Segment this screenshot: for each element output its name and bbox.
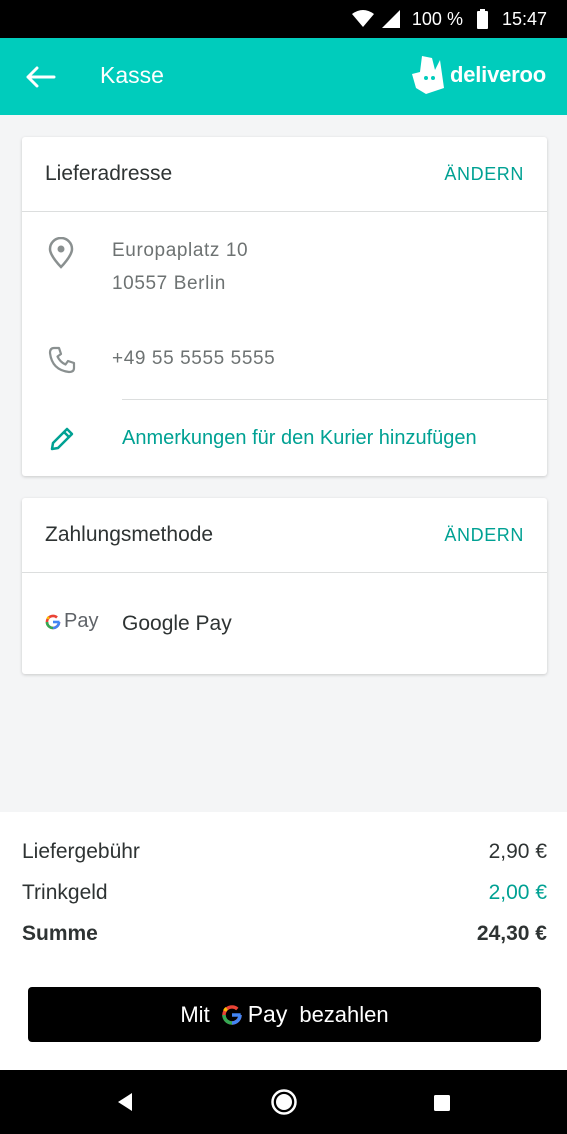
clock: 15:47 [501, 8, 547, 29]
google-g-icon [220, 1003, 244, 1027]
location-pin-icon [48, 236, 74, 274]
total-value: 24,30 € [476, 922, 547, 945]
system-nav-bar [0, 1070, 567, 1134]
battery-percent: 100 % [411, 8, 463, 29]
delivery-address-card: Lieferadresse ÄNDERN Europaplatz 10 1055… [22, 137, 547, 476]
address-card-header: Lieferadresse ÄNDERN [22, 137, 547, 212]
deliveroo-kangaroo-icon [411, 56, 444, 94]
pencil-icon [48, 425, 76, 458]
total-row: Summe 24,30 € [22, 922, 547, 946]
app-bar: Kasse deliveroo [0, 38, 567, 115]
payment-method-card: Zahlungsmethode ÄNDERN Pay Google Pay [22, 498, 547, 674]
courier-note-label: Anmerkungen für den Kurier hinzufügen [122, 427, 477, 449]
delivery-fee-value: 2,90 € [488, 840, 547, 863]
nav-recent-icon[interactable] [433, 1094, 451, 1117]
signal-icon [381, 10, 400, 28]
tip-row[interactable]: Trinkgeld 2,00 € [22, 881, 547, 905]
phone-icon [48, 346, 76, 379]
google-g-icon [45, 614, 61, 629]
change-address-button[interactable]: ÄNDERN [444, 164, 524, 185]
nav-back-icon[interactable] [116, 1092, 134, 1117]
pay-button-pay: Pay [247, 1001, 288, 1027]
payment-method-row: Pay Google Pay [22, 574, 547, 674]
total-label: Summe [22, 922, 98, 945]
tip-value[interactable]: 2,00 € [489, 881, 547, 905]
status-bar: 100 % 15:47 [0, 0, 567, 38]
brand-logo: deliveroo [411, 56, 546, 94]
delivery-fee-row: Liefergebühr 2,90 € [22, 840, 547, 864]
google-pay-logo-text: Pay [64, 610, 99, 632]
page-title: Kasse [100, 62, 164, 88]
pay-button-prefix: Mit [180, 1001, 210, 1027]
address-line-2: 10557 Berlin [112, 273, 226, 294]
payment-card-title: Zahlungsmethode [45, 523, 214, 546]
pay-button-suffix: bezahlen [299, 1001, 389, 1027]
back-arrow-icon [26, 66, 56, 88]
wifi-icon [351, 10, 374, 28]
phone-number: +49 55 5555 5555 [112, 348, 276, 369]
nav-home-icon[interactable] [270, 1088, 298, 1121]
change-payment-button[interactable]: ÄNDERN [444, 525, 524, 546]
brand-name: deliveroo [449, 62, 546, 87]
payment-method-name: Google Pay [122, 612, 232, 635]
address-card-title: Lieferadresse [45, 162, 173, 185]
order-summary: Liefergebühr 2,90 € Trinkgeld 2,00 € Sum… [0, 812, 567, 1070]
delivery-fee-label: Liefergebühr [22, 840, 140, 863]
address-line-1: Europaplatz 10 [112, 240, 249, 261]
back-button[interactable] [24, 60, 58, 94]
pay-with-google-pay-button[interactable]: Mit Pay bezahlen [28, 987, 541, 1042]
payment-card-header: Zahlungsmethode ÄNDERN [22, 498, 547, 573]
tip-label: Trinkgeld [22, 881, 108, 904]
battery-icon [476, 9, 488, 29]
google-pay-logo: Pay [44, 610, 98, 633]
add-courier-note-button[interactable]: Anmerkungen für den Kurier hinzufügen [22, 400, 547, 476]
